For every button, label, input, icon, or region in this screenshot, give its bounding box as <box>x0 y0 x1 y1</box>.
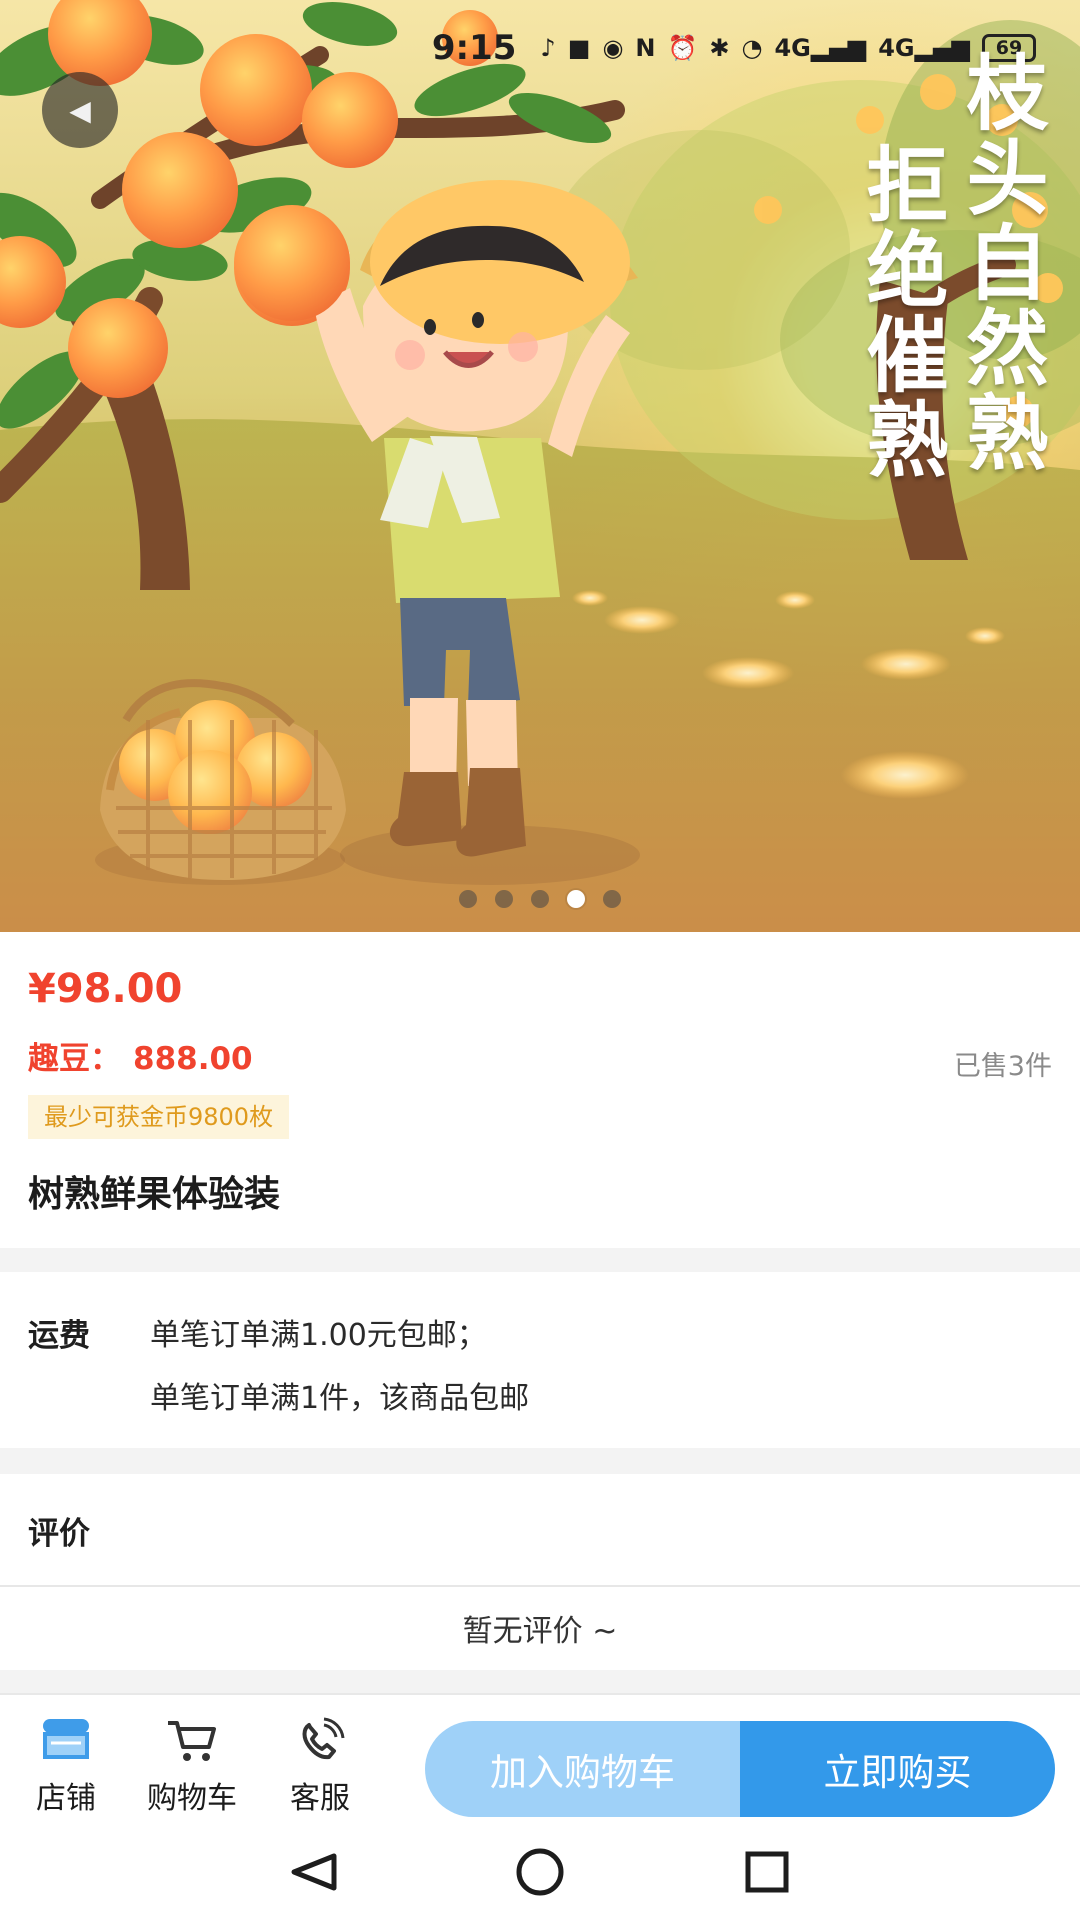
back-nav-icon[interactable] <box>291 1853 337 1891</box>
shipping-rule-1: 单笔订单满1.00元包邮； <box>150 1318 487 1353</box>
sold-count: 已售3件 <box>953 1051 1052 1082</box>
add-to-cart-button[interactable]: 加入购物车 <box>425 1721 740 1817</box>
shipping-title: 运费 <box>28 1318 90 1354</box>
carousel-indicator <box>0 890 1080 908</box>
status-time: 9:15 <box>431 28 517 68</box>
home-nav-icon[interactable] <box>516 1848 564 1896</box>
cart-icon <box>168 1721 216 1761</box>
carousel-dot[interactable] <box>531 890 549 908</box>
points-price: 趣豆： 888.00 <box>28 1033 253 1078</box>
carousel-dot[interactable] <box>603 890 621 908</box>
purchase-action-bar: 店铺 购物车 客服 加入购物车 立即购买 <box>0 1693 1080 1826</box>
carousel-dot[interactable] <box>495 890 513 908</box>
hero-banner: 9:15 ♪ ■ ◉ N ⏰ ✱ ◔ 4G▂▄▆ 4G▂▄▆ 69 ◀ 拒绝催熟… <box>0 0 1080 932</box>
shipping-section: 运费 单笔订单满1.00元包邮； 单笔订单满1件，该商品包邮 <box>0 1272 1080 1448</box>
cart-label: 购物车 <box>147 1781 237 1816</box>
phone-icon <box>302 1717 345 1760</box>
app-badge-icon: ■ <box>567 34 591 62</box>
cart-button[interactable]: 购物车 <box>140 1715 244 1817</box>
purchase-buttons: 加入购物车 立即购买 <box>425 1721 1055 1817</box>
alarm-icon: ⏰ <box>667 34 698 62</box>
store-button[interactable]: 店铺 <box>14 1715 118 1817</box>
slogan-left: 拒绝催熟 <box>852 142 947 482</box>
eye-icon: ◉ <box>602 34 624 62</box>
coin-reward-badge: 最少可获金币9800枚 <box>28 1095 290 1139</box>
product-name: 树熟鲜果体验装 <box>28 1174 281 1215</box>
system-navigation-icons <box>291 1848 789 1896</box>
service-label: 客服 <box>290 1781 350 1816</box>
points-value: 888.00 <box>133 1041 253 1077</box>
carousel-dot[interactable] <box>459 890 477 908</box>
wifi-icon: ◔ <box>741 34 763 62</box>
store-label: 店铺 <box>36 1781 96 1816</box>
slogan-right: 枝头自然熟 <box>952 50 1047 475</box>
back-button[interactable]: ◀ <box>42 72 118 148</box>
shipping-rule-2: 单笔订单满1件，该商品包邮 <box>150 1381 530 1416</box>
nfc-icon: N <box>635 34 656 62</box>
system-navigation-bar <box>0 1824 1080 1920</box>
hero-slogan: 拒绝催熟 枝头自然熟 <box>852 50 1047 482</box>
product-price: ¥98.00 <box>28 966 183 1012</box>
music-app-icon: ♪ <box>540 34 556 62</box>
reviews-section: 评价 暂无评价 ~ <box>0 1474 1080 1670</box>
reviews-title: 评价 <box>28 1516 90 1552</box>
reviews-divider <box>0 1585 1080 1587</box>
store-icon <box>43 1719 89 1759</box>
customer-service-button[interactable]: 客服 <box>268 1715 372 1817</box>
bluetooth-icon: ✱ <box>709 34 730 62</box>
carousel-dot[interactable] <box>567 890 585 908</box>
points-label: 趣豆： <box>28 1041 121 1077</box>
recent-apps-nav-icon[interactable] <box>745 1851 789 1893</box>
product-summary: ¥98.00 趣豆： 888.00 已售3件 最少可获金币9800枚 树熟鲜果体验… <box>0 932 1080 1248</box>
back-arrow-icon: ◀ <box>69 93 91 127</box>
signal-4g-icon: 4G▂▄▆ <box>774 34 867 62</box>
buy-now-button[interactable]: 立即购买 <box>740 1721 1055 1817</box>
no-reviews-text: 暂无评价 ~ <box>462 1614 618 1649</box>
